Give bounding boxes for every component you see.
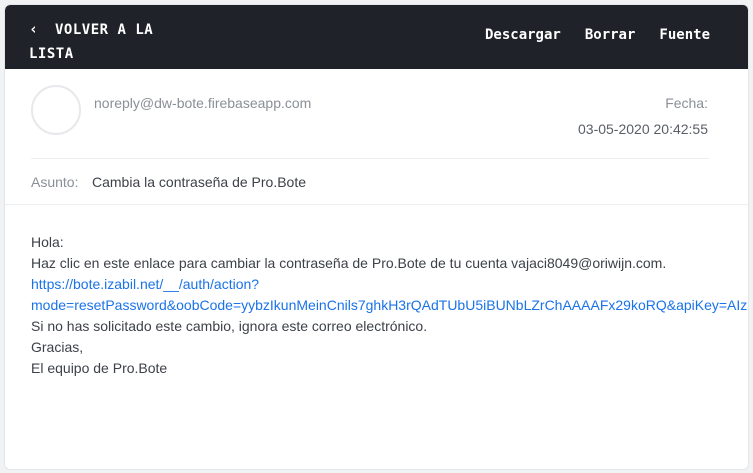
body-signature: El equipo de Pro.Bote — [31, 360, 168, 376]
body-line: Si no has solicitado este cambio, ignora… — [31, 318, 428, 334]
reset-password-link-continued[interactable]: mode=resetPassword&oobCode=yybzIkunMeinC… — [31, 297, 748, 313]
divider — [5, 204, 748, 205]
email-body: Hola: Haz clic en este enlace para cambi… — [31, 232, 748, 379]
top-bar: ‹ VOLVER A LA LISTA Descargar Borrar Fuen… — [5, 5, 748, 69]
body-greeting: Hola: — [31, 234, 64, 250]
body-line: Haz clic en este enlace para cambiar la … — [31, 255, 667, 271]
delete-button[interactable]: Borrar — [585, 27, 636, 43]
back-label-line2: LISTA — [29, 46, 74, 62]
date-value: 03-05-2020 20:42:55 — [578, 121, 708, 137]
divider — [31, 158, 709, 159]
download-button[interactable]: Descargar — [485, 27, 561, 43]
date-label: Fecha: — [665, 95, 708, 111]
subject-label: Asunto: — [31, 174, 79, 190]
action-buttons: Descargar Borrar Fuente — [485, 27, 710, 43]
sender-address: noreply@dw-bote.firebaseapp.com — [94, 95, 312, 111]
subject-value: Cambia la contraseña de Pro.Bote — [92, 174, 307, 190]
back-label-line1: VOLVER A LA — [55, 22, 154, 38]
source-button[interactable]: Fuente — [659, 27, 710, 43]
back-to-list-button[interactable]: ‹ VOLVER A LA LISTA — [29, 17, 179, 66]
reset-password-link[interactable]: https://bote.izabil.net/__/auth/action? — [31, 276, 259, 292]
body-thanks: Gracias, — [31, 339, 84, 355]
chevron-left-icon: ‹ — [29, 20, 39, 38]
email-card: ‹ VOLVER A LA LISTA Descargar Borrar Fuen… — [4, 4, 749, 470]
avatar — [31, 85, 81, 135]
